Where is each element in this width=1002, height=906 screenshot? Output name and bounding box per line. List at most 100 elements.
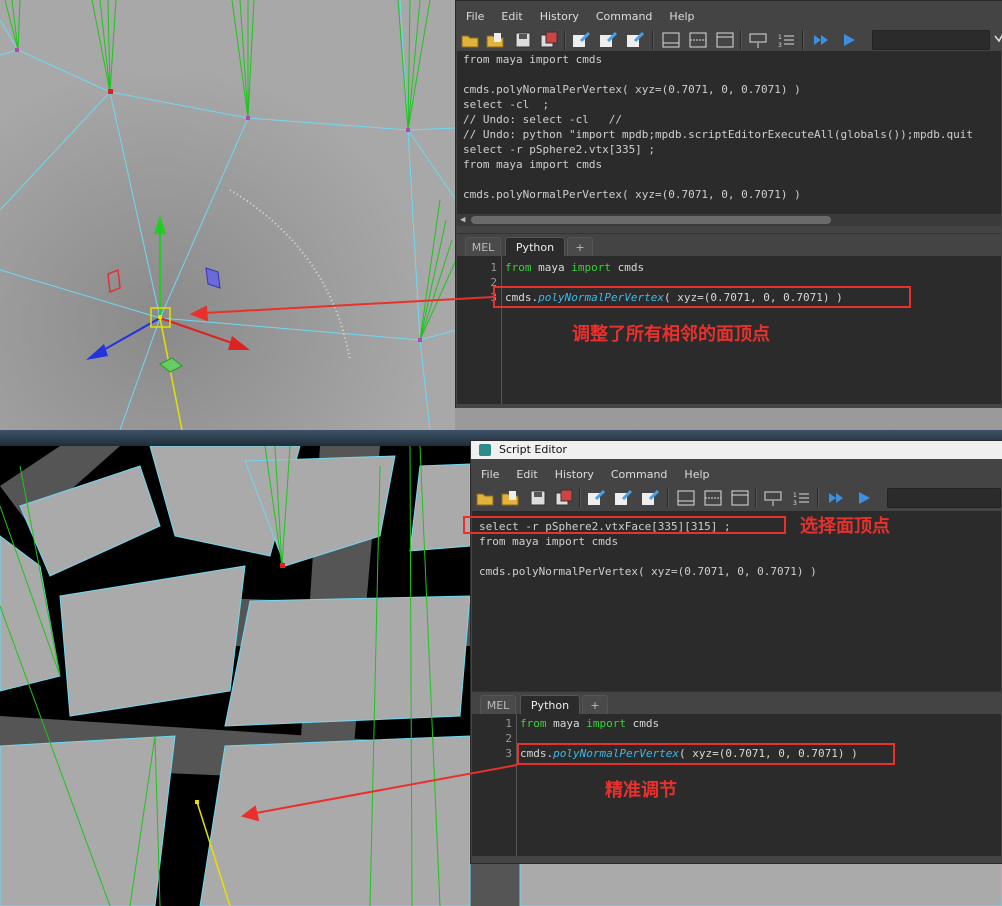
layout-history-icon[interactable]	[675, 488, 697, 508]
top-history-panel[interactable]: from maya import cmds cmds.polyNormalPer…	[457, 51, 1001, 214]
history-line: from maya import cmds	[463, 158, 603, 171]
history-line: from maya import cmds	[479, 535, 619, 548]
save-icon[interactable]	[527, 488, 549, 508]
top-menubar: File Edit History Command Help	[456, 7, 1002, 27]
history-horizontal-scrollbar[interactable]: ◀	[457, 214, 1001, 226]
open-folder-icon[interactable]	[459, 30, 481, 50]
line-number: 3	[490, 291, 497, 304]
history-line	[463, 67, 1001, 82]
history-line: cmds.polyNormalPerVertex( xyz=(0.7071, 0…	[463, 188, 801, 201]
bottom-input-panel[interactable]: 1 2 3 from maya import cmds cmds.polyNor…	[472, 714, 1001, 856]
svg-text:1: 1	[793, 492, 797, 499]
top-viewport[interactable]	[0, 0, 456, 430]
search-icon[interactable]	[992, 30, 1002, 50]
line-number: 2	[505, 732, 512, 745]
bottom-menubar: File Edit History Command Help	[471, 465, 1002, 485]
clear-all-icon[interactable]	[624, 30, 646, 50]
execute-all-icon[interactable]	[825, 488, 847, 508]
scroll-left-icon[interactable]: ◀	[460, 214, 465, 226]
bottom-script-editor: Script Editor File Edit History Command …	[470, 440, 1002, 864]
keyword: import	[586, 717, 626, 730]
execute-icon[interactable]	[838, 30, 860, 50]
maya-app-icon	[479, 444, 491, 456]
top-viewport-strip	[455, 408, 1002, 430]
clear-input-icon[interactable]	[612, 488, 634, 508]
layout-input-icon[interactable]	[714, 30, 736, 50]
line-numbers-icon[interactable]: 13	[776, 30, 798, 50]
save-icon[interactable]	[512, 30, 534, 50]
history-line	[463, 172, 1001, 187]
echo-icon[interactable]	[762, 488, 784, 508]
code-text: cmds	[611, 261, 645, 274]
code-text: maya	[531, 261, 572, 274]
save-all-icon[interactable]	[553, 488, 575, 508]
history-line: // Undo: select -cl //	[463, 113, 622, 126]
highlight-select-vtxface	[463, 516, 786, 534]
clear-all-icon[interactable]	[639, 488, 661, 508]
menu-file[interactable]: File	[456, 7, 491, 27]
svg-text:3: 3	[793, 500, 797, 507]
open-script-icon[interactable]	[499, 488, 521, 508]
menu-history[interactable]: History	[545, 465, 601, 485]
bottom-toolbar: 13	[471, 485, 1002, 511]
history-line	[479, 549, 1001, 564]
clear-input-icon[interactable]	[597, 30, 619, 50]
menu-command[interactable]: Command	[586, 7, 660, 27]
tab-add[interactable]: +	[582, 695, 608, 715]
tab-python[interactable]: Python	[505, 237, 565, 257]
open-script-icon[interactable]	[484, 30, 506, 50]
svg-text:1: 1	[778, 34, 782, 41]
bottom-tab-bar: MEL Python +	[472, 691, 1001, 715]
line-number: 1	[505, 717, 512, 730]
code-line-1: from maya import cmds	[520, 716, 659, 731]
bottom-history-panel[interactable]: select -r pSphere2.vtxFace[335][315] ; f…	[472, 511, 1001, 693]
menu-help[interactable]: Help	[674, 465, 716, 485]
history-line: from maya import cmds	[463, 53, 603, 66]
top-viewport-scene	[0, 0, 456, 430]
save-all-icon[interactable]	[538, 30, 560, 50]
history-line: select -cl ;	[463, 98, 550, 111]
tab-mel[interactable]: MEL	[480, 695, 516, 715]
execute-icon[interactable]	[853, 488, 875, 508]
tab-mel[interactable]: MEL	[465, 237, 501, 257]
clear-history-icon[interactable]	[585, 488, 607, 508]
clear-history-icon[interactable]	[570, 30, 592, 50]
execute-all-icon[interactable]	[810, 30, 832, 50]
layout-history-icon[interactable]	[660, 30, 682, 50]
top-tab-bar: MEL Python +	[457, 233, 1001, 257]
line-number: 1	[490, 261, 497, 274]
menu-file[interactable]: File	[471, 465, 506, 485]
menu-edit[interactable]: Edit	[491, 7, 529, 27]
menu-help[interactable]: Help	[659, 7, 701, 27]
open-folder-icon[interactable]	[474, 488, 496, 508]
menu-history[interactable]: History	[530, 7, 586, 27]
scrollbar-thumb[interactable]	[471, 216, 831, 224]
highlight-top-command	[493, 286, 911, 308]
layout-split-icon[interactable]	[687, 30, 709, 50]
history-line: // Undo: python "import mpdb;mpdb.script…	[463, 128, 973, 141]
search-input[interactable]	[887, 488, 1001, 508]
tab-add[interactable]: +	[567, 237, 593, 257]
tab-python[interactable]: Python	[520, 695, 580, 715]
keyword: from	[520, 717, 547, 730]
menu-edit[interactable]: Edit	[506, 465, 544, 485]
history-line: cmds.polyNormalPerVertex( xyz=(0.7071, 0…	[479, 565, 817, 578]
keyword: import	[571, 261, 611, 274]
top-script-editor: File Edit History Command Help 13 from m…	[455, 0, 1002, 410]
line-numbers-icon[interactable]: 13	[791, 488, 813, 508]
code-line-1: from maya import cmds	[505, 260, 644, 275]
keyword: from	[505, 261, 532, 274]
line-number: 3	[505, 747, 512, 760]
line-number: 2	[490, 276, 497, 289]
code-text: maya	[546, 717, 587, 730]
annotation-select-face-vertex: 选择面顶点	[800, 516, 890, 537]
window-title-bar[interactable]: Script Editor	[471, 441, 1002, 459]
history-line: select -r pSphere2.vtx[335] ;	[463, 143, 656, 156]
search-input[interactable]	[872, 30, 990, 50]
annotation-adjust-all: 调整了所有相邻的面顶点	[572, 324, 770, 345]
menu-command[interactable]: Command	[601, 465, 675, 485]
top-toolbar: 13	[456, 27, 1002, 53]
echo-icon[interactable]	[747, 30, 769, 50]
layout-input-icon[interactable]	[729, 488, 751, 508]
layout-split-icon[interactable]	[702, 488, 724, 508]
